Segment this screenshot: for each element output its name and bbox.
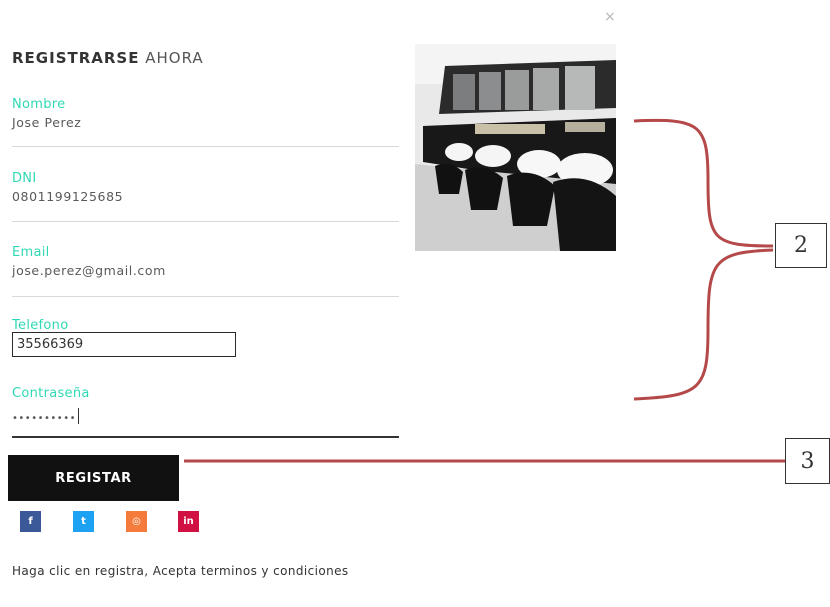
annotation-label-3: 3 — [785, 438, 830, 484]
annotation-label-2: 2 — [775, 223, 827, 268]
bracket-line-upper — [633, 118, 774, 248]
annotation-overlay — [184, 118, 785, 463]
bracket-line-lower — [633, 248, 774, 401]
